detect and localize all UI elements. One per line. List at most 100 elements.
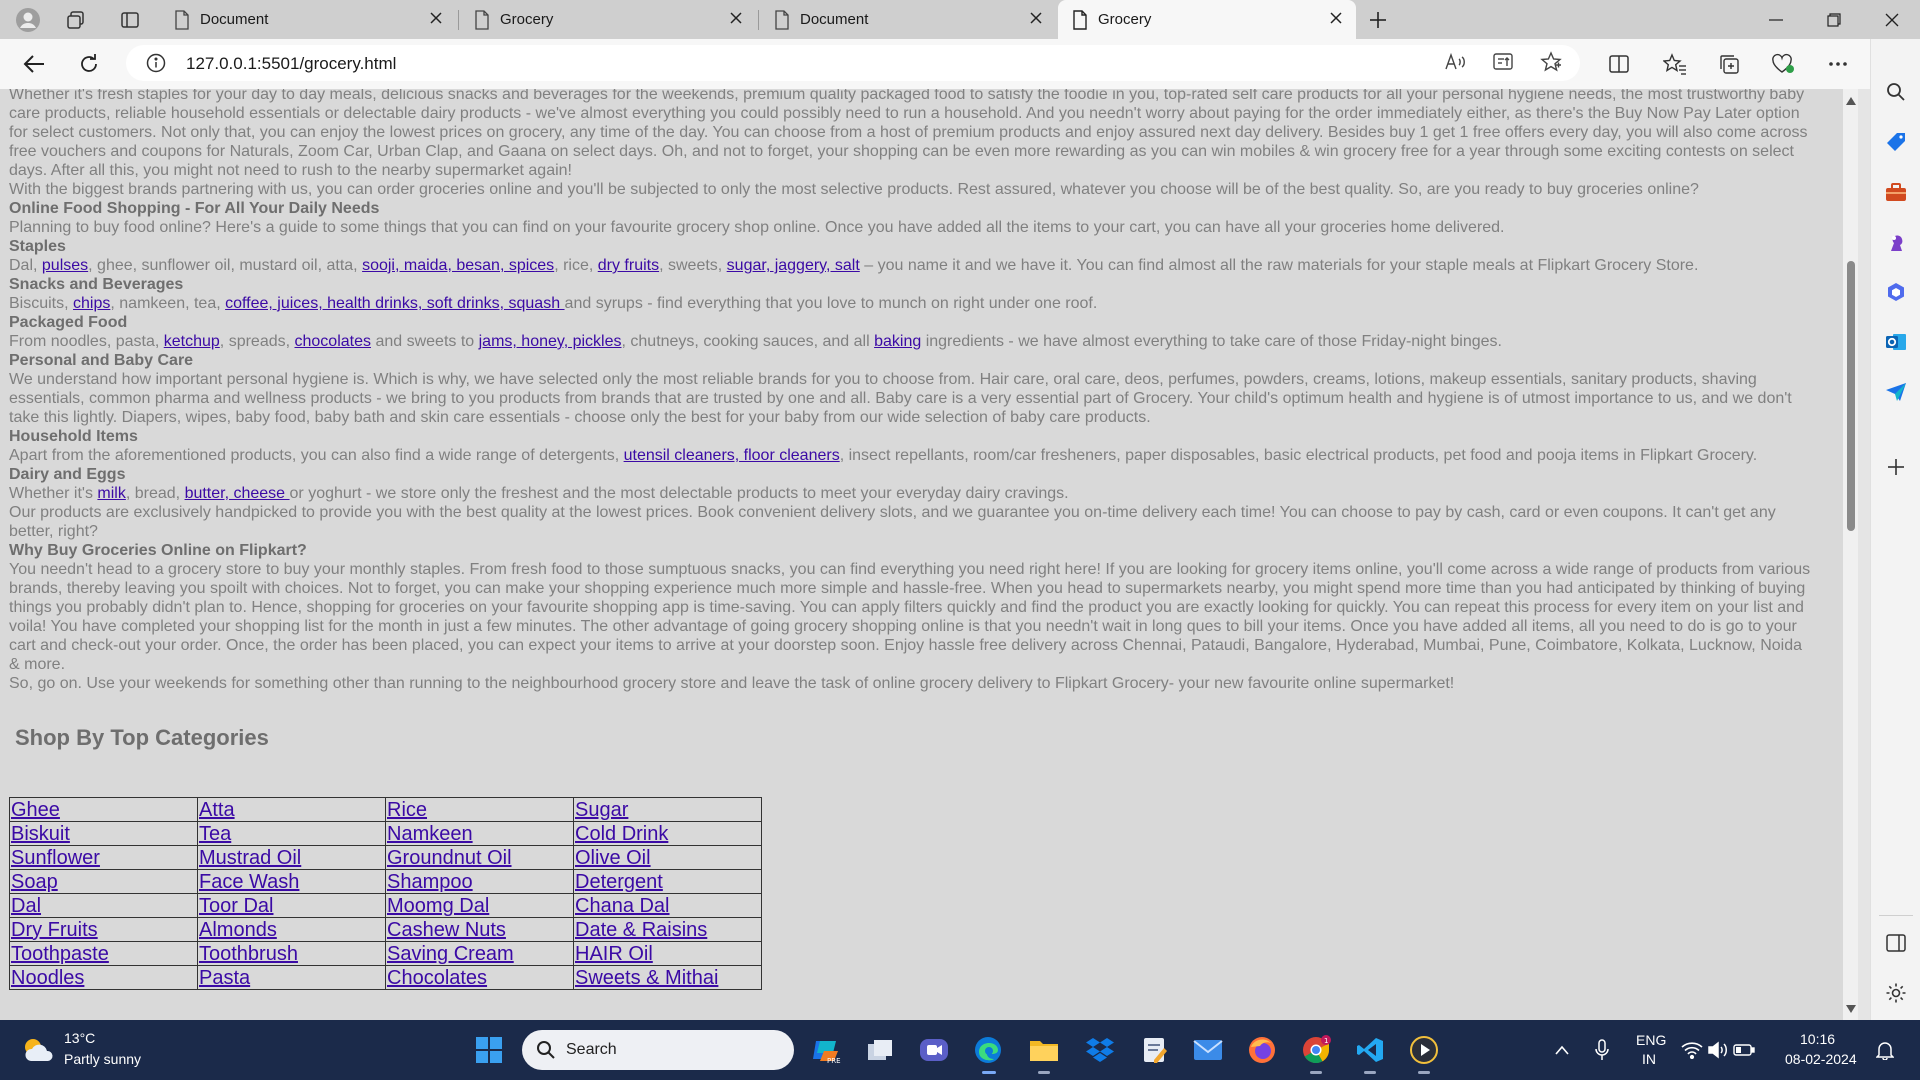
weather-icon[interactable] — [20, 1032, 56, 1068]
category-link[interactable]: Dry Fruits — [11, 919, 98, 941]
category-link[interactable]: Rice — [387, 799, 427, 821]
copilot-taskbar-icon[interactable]: PRE — [808, 1032, 844, 1068]
category-link[interactable]: Face Wash — [199, 871, 299, 893]
link-cleaners[interactable]: utensil cleaners, floor cleaners — [624, 447, 840, 464]
browser-essentials-icon[interactable] — [1767, 48, 1799, 80]
firefox-icon[interactable] — [1244, 1032, 1280, 1068]
category-link[interactable]: Chocolates — [387, 967, 487, 989]
tab-document-1[interactable]: Document — [160, 0, 456, 39]
panel-icon[interactable] — [1880, 927, 1912, 959]
vscode-icon[interactable] — [1352, 1032, 1388, 1068]
category-link[interactable]: Chana Dal — [575, 895, 670, 917]
outlook-icon[interactable] — [1880, 326, 1912, 358]
tab-actions-icon[interactable] — [114, 4, 146, 36]
shopping-tag-icon[interactable] — [1880, 126, 1912, 158]
close-icon[interactable] — [1864, 0, 1920, 39]
search-icon[interactable] — [1880, 76, 1912, 108]
link-chocolates[interactable]: chocolates — [295, 333, 372, 350]
link-ketchup[interactable]: ketchup — [164, 333, 220, 350]
tab-close-icon[interactable] — [426, 8, 446, 28]
info-icon[interactable] — [146, 53, 166, 78]
category-link[interactable]: Biskuit — [11, 823, 70, 845]
tab-close-icon[interactable] — [1326, 8, 1346, 28]
category-link[interactable]: Pasta — [199, 967, 250, 989]
minimize-icon[interactable] — [1748, 0, 1804, 39]
category-link[interactable]: Namkeen — [387, 823, 473, 845]
workspaces-icon[interactable] — [60, 4, 92, 36]
windows-start-icon[interactable] — [471, 1032, 507, 1068]
more-icon[interactable] — [1822, 48, 1854, 80]
immersive-reader-icon[interactable] — [1492, 51, 1516, 78]
link-dry-fruits[interactable]: dry fruits — [598, 257, 659, 274]
document-app-icon[interactable] — [1136, 1032, 1172, 1068]
refresh-icon[interactable] — [73, 48, 105, 80]
chrome-icon[interactable]: 1 — [1298, 1032, 1334, 1068]
category-link[interactable]: HAIR Oil — [575, 943, 653, 965]
clock-time[interactable]: 10:16 — [1800, 1031, 1835, 1047]
category-link[interactable]: Soap — [11, 871, 58, 893]
microphone-icon[interactable] — [1584, 1032, 1620, 1068]
task-view-icon[interactable] — [862, 1032, 898, 1068]
favorite-star-icon[interactable] — [1540, 51, 1562, 78]
media-player-icon[interactable] — [1406, 1032, 1442, 1068]
notification-bell-icon[interactable] — [1870, 1032, 1900, 1068]
teams-meet-icon[interactable] — [916, 1032, 952, 1068]
favorites-icon[interactable] — [1659, 48, 1691, 80]
category-link[interactable]: Noodles — [11, 967, 84, 989]
region-indicator[interactable]: IN — [1642, 1051, 1656, 1067]
category-link[interactable]: Toothbrush — [199, 943, 298, 965]
tools-icon[interactable] — [1880, 176, 1912, 208]
category-link[interactable]: Shampoo — [387, 871, 473, 893]
category-link[interactable]: Mustrad Oil — [199, 847, 301, 869]
category-link[interactable]: Toothpaste — [11, 943, 109, 965]
category-link[interactable]: Sweets & Mithai — [575, 967, 718, 989]
category-link[interactable]: Cashew Nuts — [387, 919, 506, 941]
tab-grocery-1[interactable]: Grocery — [460, 0, 756, 39]
tab-document-2[interactable]: Document — [760, 0, 1056, 39]
games-icon[interactable] — [1880, 226, 1912, 258]
taskbar-search[interactable]: Search — [522, 1030, 794, 1070]
category-link[interactable]: Sunflower — [11, 847, 100, 869]
link-beverages[interactable]: coffee, juices, health drinks, soft drin… — [225, 295, 564, 312]
link-chips[interactable]: chips — [73, 295, 110, 312]
read-aloud-icon[interactable] — [1444, 51, 1466, 78]
category-link[interactable]: Moomg Dal — [387, 895, 489, 917]
category-link[interactable]: Tea — [199, 823, 231, 845]
category-link[interactable]: Olive Oil — [575, 847, 651, 869]
profile-icon[interactable] — [12, 4, 44, 36]
address-bar[interactable]: 127.0.0.1:5501/grocery.html — [126, 45, 1580, 81]
category-link[interactable]: Dal — [11, 895, 41, 917]
dropbox-icon[interactable] — [1082, 1032, 1118, 1068]
language-indicator[interactable]: ENG — [1636, 1032, 1666, 1048]
vertical-scrollbar[interactable] — [1843, 89, 1858, 1020]
category-link[interactable]: Ghee — [11, 799, 60, 821]
settings-icon[interactable] — [1880, 977, 1912, 1009]
link-butter-cheese[interactable]: butter, cheese — [185, 485, 290, 502]
category-link[interactable]: Saving Cream — [387, 943, 514, 965]
category-link[interactable]: Sugar — [575, 799, 628, 821]
category-link[interactable]: Atta — [199, 799, 235, 821]
tab-close-icon[interactable] — [726, 8, 746, 28]
link-sugar-jaggery-salt[interactable]: sugar, jaggery, salt — [727, 257, 860, 274]
category-link[interactable]: Almonds — [199, 919, 277, 941]
mail-icon[interactable] — [1190, 1032, 1226, 1068]
category-link[interactable]: Cold Drink — [575, 823, 668, 845]
tab-grocery-active[interactable]: Grocery — [1058, 0, 1356, 39]
new-tab-icon[interactable] — [1362, 4, 1394, 36]
tab-close-icon[interactable] — [1026, 8, 1046, 28]
clock-date[interactable]: 08-02-2024 — [1785, 1051, 1857, 1067]
split-screen-icon[interactable] — [1603, 48, 1635, 80]
category-link[interactable]: Groundnut Oil — [387, 847, 512, 869]
link-milk[interactable]: milk — [97, 485, 125, 502]
wifi-icon[interactable] — [1680, 1032, 1704, 1068]
volume-icon[interactable] — [1706, 1032, 1730, 1068]
url-text[interactable]: 127.0.0.1:5501/grocery.html — [186, 54, 396, 74]
link-jams-honey-pickles[interactable]: jams, honey, pickles — [479, 333, 622, 350]
add-icon[interactable] — [1880, 451, 1912, 483]
link-baking[interactable]: baking — [874, 333, 921, 350]
back-icon[interactable] — [18, 48, 50, 80]
category-link[interactable]: Toor Dal — [199, 895, 273, 917]
link-sooji-maida-besan-spices[interactable]: sooji, maida, besan, spices — [362, 257, 554, 274]
category-link[interactable]: Detergent — [575, 871, 663, 893]
restore-icon[interactable] — [1806, 0, 1862, 39]
